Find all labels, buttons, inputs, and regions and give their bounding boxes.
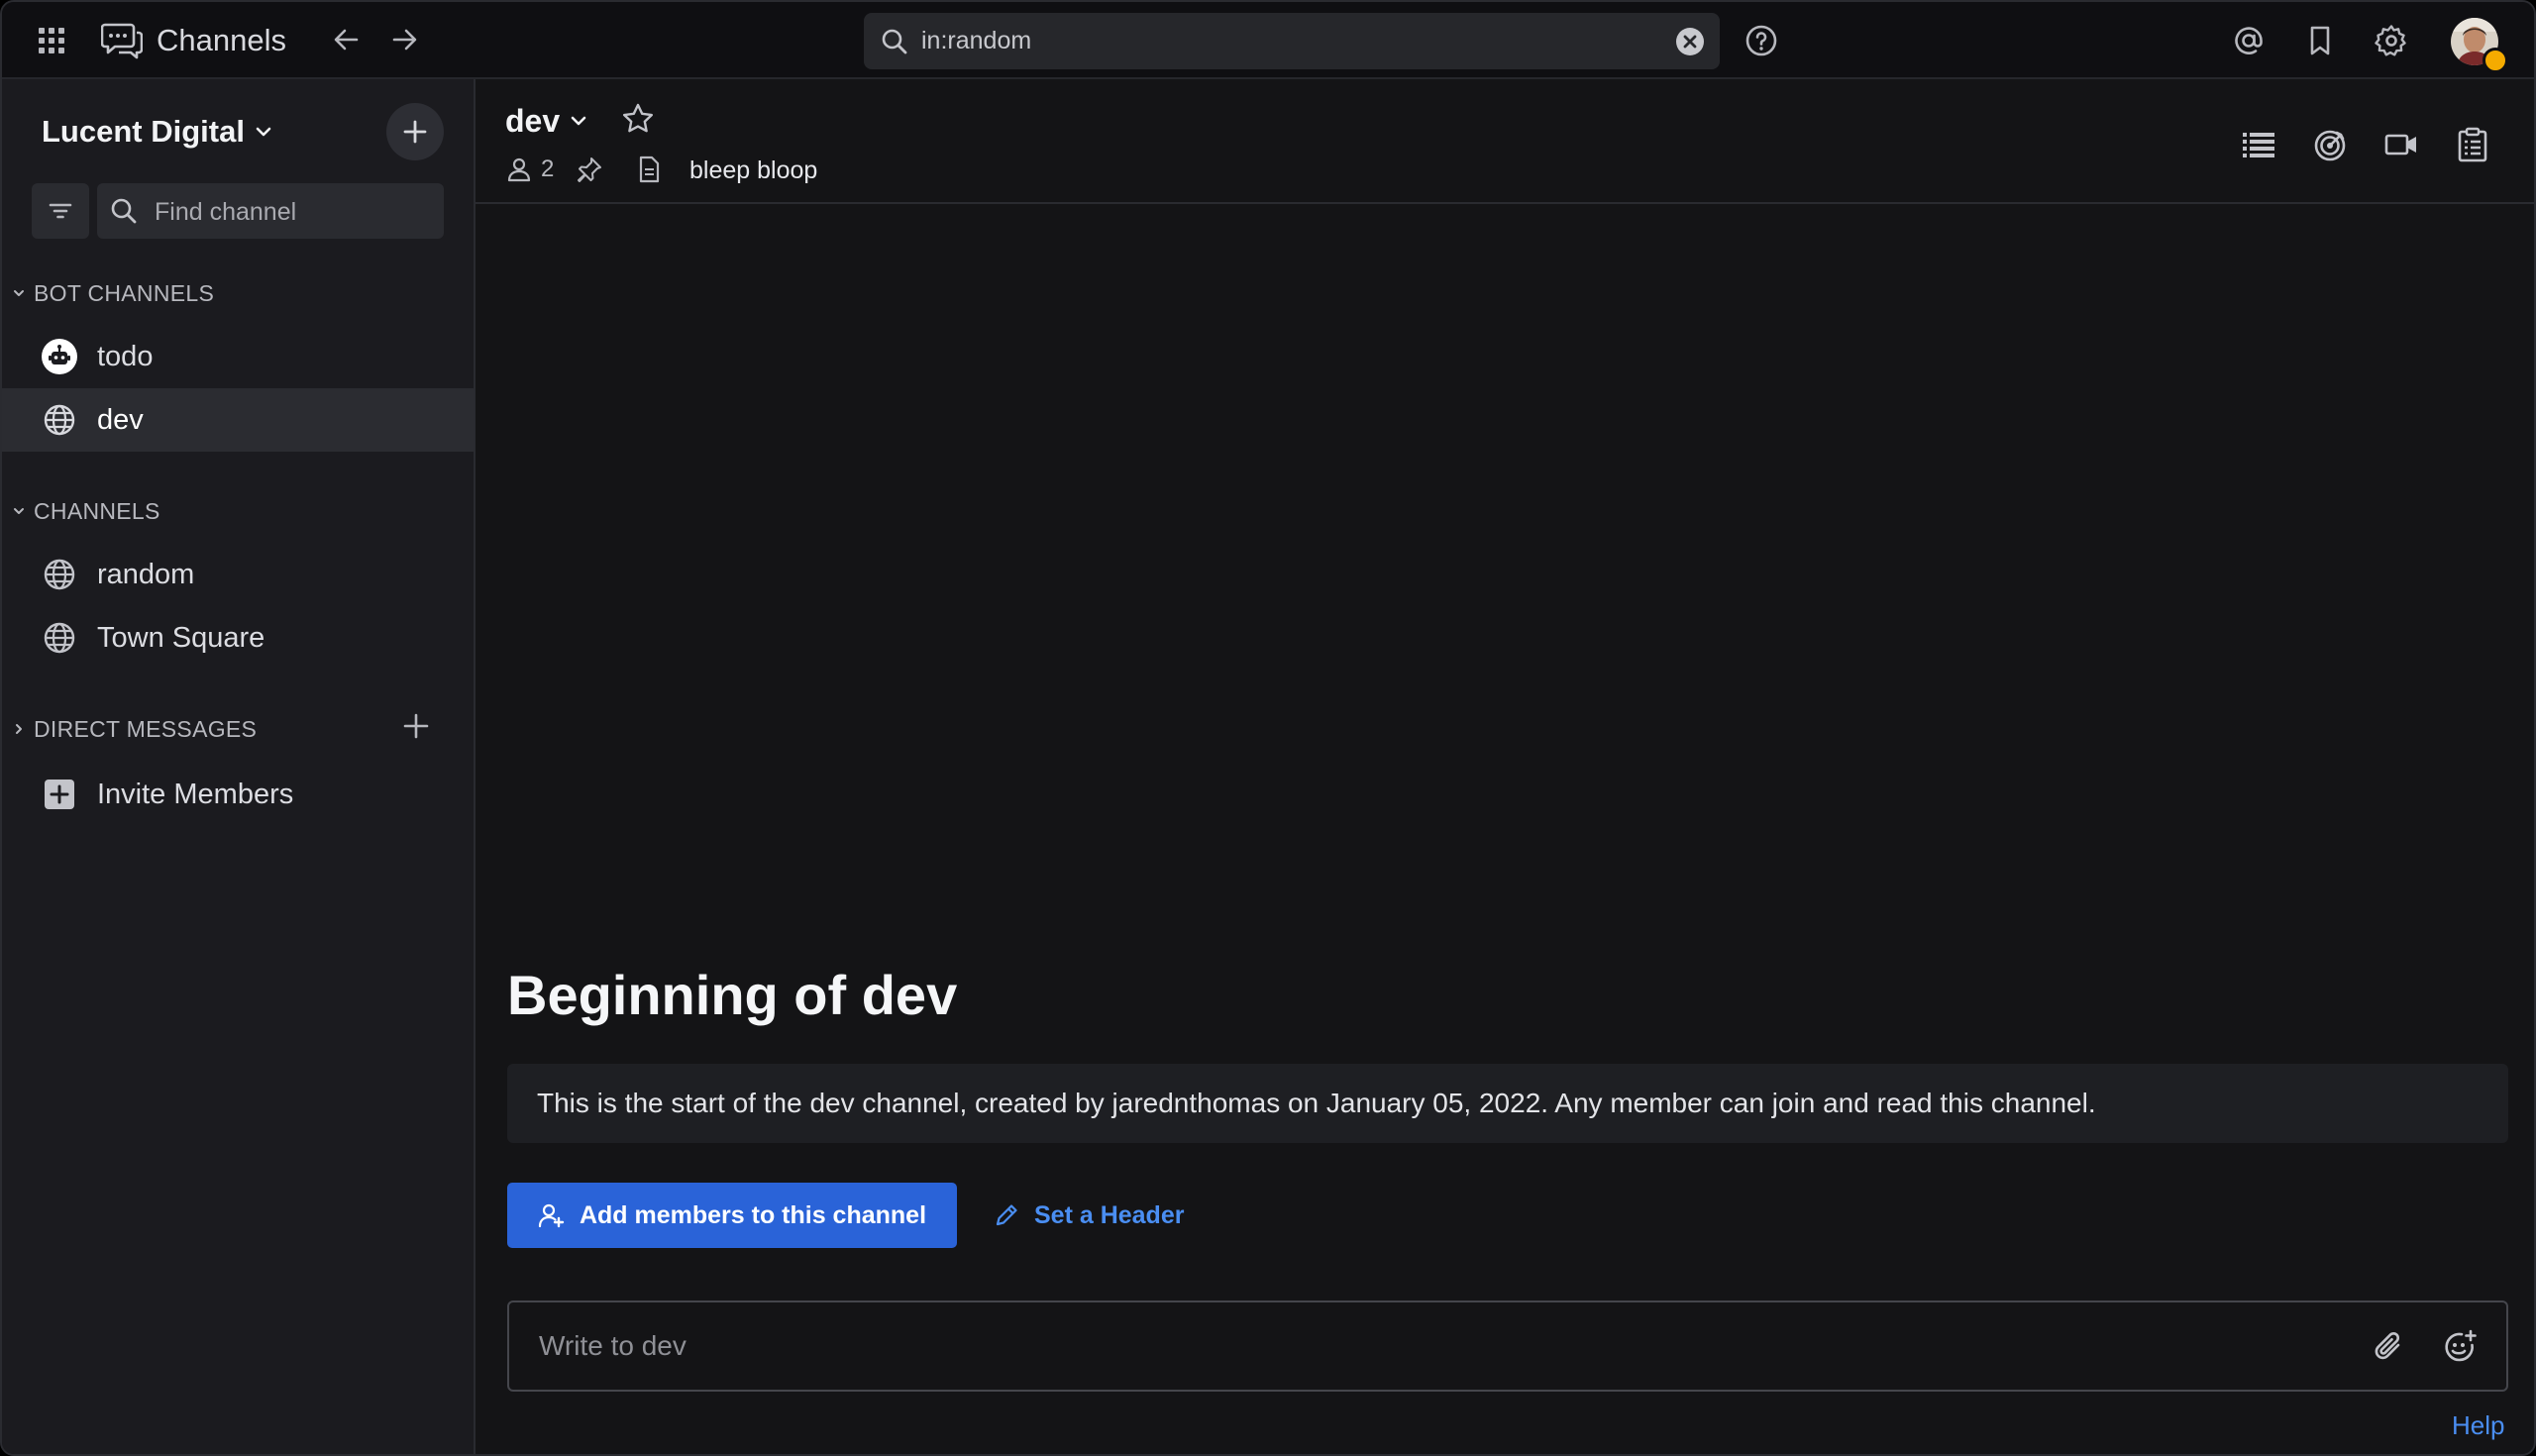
add-direct-message-button[interactable]: [400, 710, 432, 742]
bot-icon: [42, 339, 77, 374]
back-arrow-icon[interactable]: [329, 22, 365, 57]
chevron-down-icon: [12, 504, 26, 518]
help-icon[interactable]: [1744, 23, 1779, 58]
chevron-down-icon: [12, 286, 26, 300]
sidebar-item-label: dev: [97, 404, 144, 436]
app-window: Channels in:random Lucent Digital Find c…: [0, 0, 2536, 1456]
channel-intro-box: This is the start of the dev channel, cr…: [507, 1064, 2508, 1143]
message-input[interactable]: [539, 1302, 2322, 1390]
plus-icon: [403, 713, 429, 739]
sidebar-item-random[interactable]: random: [2, 543, 474, 606]
channel-intro-text: This is the start of the dev channel, cr…: [537, 1088, 2096, 1118]
sidebar-item-label: Town Square: [97, 622, 265, 654]
channel-purpose: bleep bloop: [689, 156, 818, 184]
section-header-channels[interactable]: CHANNELS: [12, 493, 160, 529]
add-member-icon: [538, 1201, 566, 1229]
clear-search-icon[interactable]: [1674, 26, 1706, 57]
channel-menu-button[interactable]: dev: [505, 99, 589, 143]
search-icon: [109, 196, 139, 226]
pencil-icon: [993, 1201, 1020, 1229]
sidebar-item-dev[interactable]: dev: [2, 388, 474, 452]
channel-sidebar: Lucent Digital Find channel BOT CHANNELS: [2, 79, 476, 1454]
sidebar-item-label: random: [97, 559, 195, 590]
sidebar-item-invite-members[interactable]: Invite Members: [2, 763, 474, 826]
channel-title: dev: [505, 102, 561, 139]
sidebar-item-town-square[interactable]: Town Square: [2, 606, 474, 670]
set-header-button[interactable]: Set a Header: [993, 1183, 1184, 1248]
target-icon[interactable]: [2310, 125, 2350, 164]
team-menu-button[interactable]: Lucent Digital: [42, 109, 274, 155]
paperclip-icon[interactable]: [2370, 1328, 2407, 1366]
chevron-down-icon: [568, 110, 589, 132]
chevron-right-icon: [12, 722, 26, 736]
search-box[interactable]: [864, 13, 1720, 69]
away-status-icon: [2483, 48, 2508, 73]
channel-header: dev 2 bleep bloop: [476, 79, 2534, 204]
sidebar-item-label: todo: [97, 341, 154, 372]
sidebar-item-todo[interactable]: todo: [2, 325, 474, 388]
globe-icon: [42, 620, 77, 656]
help-link[interactable]: Help: [2452, 1410, 2504, 1441]
pin-icon[interactable]: [575, 155, 604, 184]
bookmark-icon[interactable]: [2302, 23, 2338, 58]
product-switcher[interactable]: Channels: [101, 20, 286, 61]
product-menu-icon[interactable]: [36, 25, 67, 56]
globe-icon: [42, 557, 77, 592]
section-header-direct-messages[interactable]: DIRECT MESSAGES: [12, 711, 257, 747]
channel-intro-title: Beginning of dev: [507, 964, 958, 1026]
message-composer[interactable]: [507, 1300, 2508, 1392]
section-label: DIRECT MESSAGES: [34, 715, 258, 742]
section-label: BOT CHANNELS: [34, 279, 215, 306]
file-icon[interactable]: [634, 155, 664, 184]
channels-product-icon: [101, 21, 143, 60]
globe-icon: [42, 402, 77, 438]
filter-unread-button[interactable]: [32, 183, 89, 239]
clipboard-icon[interactable]: [2453, 125, 2492, 164]
find-channel-button[interactable]: Find channel: [97, 183, 444, 239]
section-label: CHANNELS: [34, 497, 160, 524]
channel-list-icon[interactable]: [2239, 125, 2278, 164]
add-members-button[interactable]: Add members to this channel: [507, 1183, 957, 1248]
add-channel-button[interactable]: [386, 103, 444, 160]
set-header-label: Set a Header: [1034, 1200, 1185, 1229]
member-count: 2: [541, 156, 555, 182]
find-channel-label: Find channel: [155, 198, 297, 226]
member-icon: [505, 156, 533, 183]
gear-icon[interactable]: [2374, 23, 2409, 58]
team-name: Lucent Digital: [42, 114, 245, 149]
plus-icon: [403, 120, 427, 144]
avatar[interactable]: [2451, 18, 2508, 73]
global-header: Channels: [2, 2, 2534, 79]
mentions-icon[interactable]: [2231, 23, 2267, 58]
member-count-button[interactable]: 2: [505, 153, 554, 186]
search-input[interactable]: [921, 13, 1660, 69]
emoji-icon[interactable]: [2441, 1328, 2479, 1366]
add-members-label: Add members to this channel: [579, 1200, 927, 1229]
star-icon[interactable]: [620, 101, 656, 137]
chevron-down-icon: [253, 121, 274, 143]
plus-box-icon: [42, 777, 77, 812]
video-call-icon[interactable]: [2381, 125, 2421, 164]
product-label: Channels: [157, 23, 286, 57]
filter-icon: [49, 203, 72, 219]
forward-arrow-icon[interactable]: [386, 22, 422, 57]
search-icon: [880, 27, 909, 56]
section-header-bot-channels[interactable]: BOT CHANNELS: [12, 275, 214, 311]
sidebar-item-label: Invite Members: [97, 779, 294, 810]
